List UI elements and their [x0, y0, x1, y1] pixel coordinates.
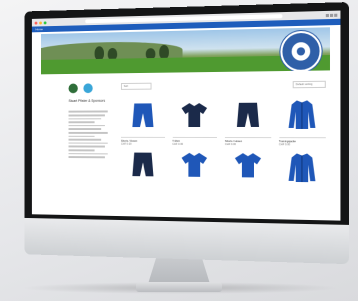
product-image[interactable] [127, 151, 158, 177]
product-image[interactable] [286, 96, 319, 133]
header-banner [41, 27, 330, 75]
sidebar-text-line [68, 138, 102, 141]
product-card[interactable]: Trainingsjacke CHF 0.00 [278, 96, 326, 147]
screen: Home Stuart Pfister & Sponsors Sort Defa… [31, 10, 341, 221]
product-area: Sort Default sorting Shorts / Hosen CHF 0… [120, 80, 326, 178]
sidebar-text-line [68, 117, 102, 120]
sidebar-text-line [68, 149, 95, 151]
filter-bar: Sort Default sorting [120, 80, 326, 90]
product-card[interactable] [279, 152, 326, 167]
window-minimize-button[interactable] [39, 21, 42, 25]
product-image[interactable] [232, 152, 264, 178]
monitor-chin [24, 217, 349, 265]
menu-icon[interactable] [334, 13, 338, 17]
sidebar-text-line [68, 124, 105, 127]
product-card[interactable] [121, 151, 165, 177]
sidebar-text-line [68, 145, 105, 148]
product-card[interactable] [225, 152, 271, 178]
nav-home-link[interactable]: Home [36, 27, 43, 31]
product-image[interactable] [286, 152, 319, 167]
toolbar-icons [325, 13, 338, 17]
product-price: CHF 0.00 [120, 142, 132, 146]
sidebar-text-line [68, 135, 95, 137]
partner-logo-icon[interactable] [83, 83, 93, 94]
product-card[interactable]: T-Shirt CHF 0.00 [172, 97, 217, 146]
product-card[interactable]: Shorts / Hosen CHF 0.00 [224, 97, 271, 146]
sidebar: Stuart Pfister & Sponsors [68, 83, 112, 165]
product-card[interactable] [172, 152, 217, 177]
page-content: Stuart Pfister & Sponsors Sort Default s… [32, 70, 341, 167]
sidebar-text-line [68, 110, 109, 113]
monitor-base [136, 282, 222, 292]
sidebar-text-line [68, 131, 109, 134]
sidebar-text-line [68, 114, 105, 117]
product-price: CHF 0.00 [224, 142, 237, 146]
window-close-button[interactable] [34, 21, 38, 25]
divider [278, 137, 326, 138]
product-image[interactable] [179, 97, 210, 133]
tabs-icon[interactable] [329, 13, 334, 17]
sidebar-text-line [68, 152, 109, 155]
product-price: CHF 0.00 [278, 142, 291, 147]
club-crest-icon[interactable] [68, 83, 78, 94]
sidebar-text-line [68, 121, 95, 124]
product-image[interactable] [127, 97, 158, 133]
share-icon[interactable] [325, 13, 329, 17]
sponsor-logos [68, 83, 112, 94]
product-price: CHF 0.00 [172, 142, 184, 146]
product-card[interactable]: Shorts / Hosen CHF 0.00 [120, 97, 165, 146]
divider [120, 136, 165, 138]
sidebar-title: Stuart Pfister & Sponsors [68, 98, 106, 103]
divider [224, 137, 271, 138]
monitor: Home Stuart Pfister & Sponsors Sort Defa… [24, 2, 349, 265]
sidebar-text-line [68, 142, 109, 144]
sort-select[interactable]: Sort [120, 82, 152, 90]
ordering-select[interactable]: Default sorting [292, 80, 326, 89]
sidebar-text [68, 110, 112, 158]
product-image[interactable] [179, 152, 210, 177]
product-grid: Shorts / Hosen CHF 0.00 T-Shirt CHF 0.00 Sho… [120, 96, 326, 178]
sidebar-text-line [68, 156, 105, 158]
product-image[interactable] [232, 97, 264, 133]
sidebar-text-line [68, 128, 102, 130]
window-zoom-button[interactable] [43, 20, 47, 24]
divider [172, 136, 217, 138]
